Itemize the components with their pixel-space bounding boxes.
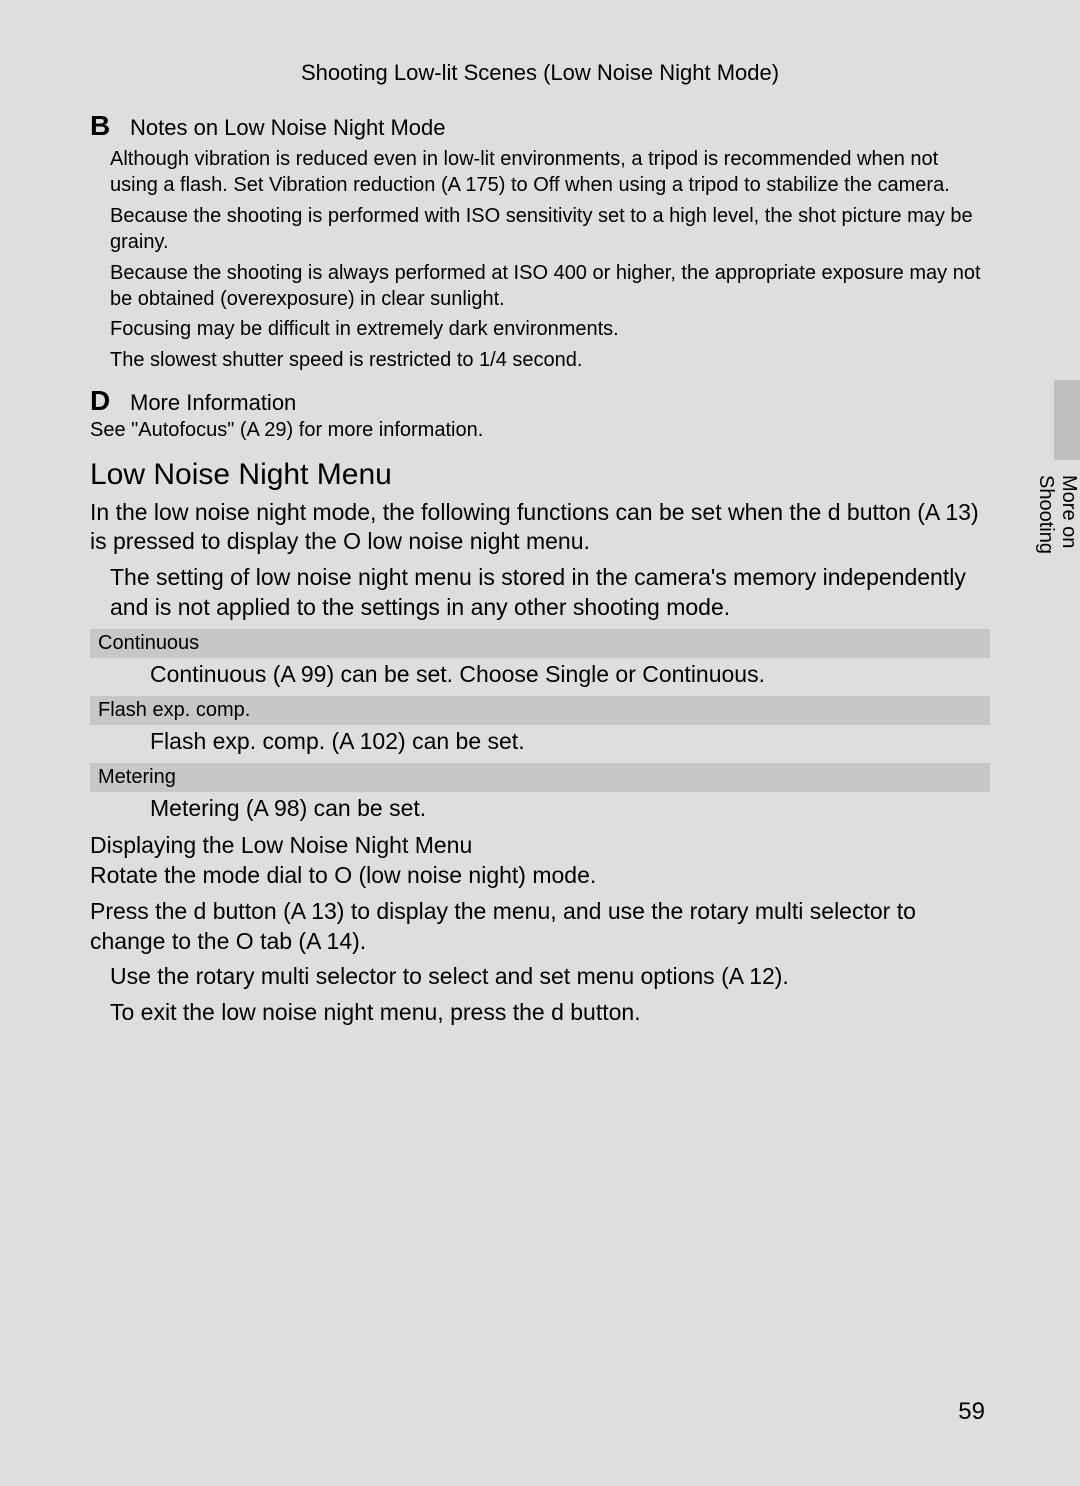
display-line: Press the d button (A 13) to display the… <box>90 897 990 957</box>
notes-heading-row: B Notes on Low Noise Night Mode <box>90 110 990 142</box>
page-header-title: Shooting Low-lit Scenes (Low Noise Night… <box>90 60 990 86</box>
display-line: Rotate the mode dial to O (low noise nig… <box>90 861 990 891</box>
moreinfo-heading: More Information <box>130 390 296 416</box>
menu-item-label: Flash exp. comp. <box>90 696 990 725</box>
display-subheading: Displaying the Low Noise Night Menu <box>90 832 990 859</box>
notes-bullet: The slowest shutter speed is restricted … <box>110 347 990 373</box>
notes-bullet: Focusing may be difficult in extremely d… <box>110 316 990 342</box>
display-bullet: To exit the low noise night menu, press … <box>110 998 990 1028</box>
side-tab-indicator <box>1054 380 1080 460</box>
menu-item-label: Continuous <box>90 629 990 658</box>
moreinfo-icon: D <box>90 385 130 417</box>
page-container: Shooting Low-lit Scenes (Low Noise Night… <box>0 0 1080 1486</box>
menu-note: The setting of low noise night menu is s… <box>110 563 990 623</box>
notes-heading: Notes on Low Noise Night Mode <box>130 115 446 141</box>
menu-item-desc: Flash exp. comp. (A 102) can be set. <box>150 727 990 757</box>
moreinfo-heading-row: D More Information <box>90 385 990 417</box>
notes-bullet: Although vibration is reduced even in lo… <box>110 146 990 199</box>
moreinfo-text: See "Autofocus" (A 29) for more informat… <box>90 417 990 443</box>
side-tab-label: More on Shooting <box>1054 475 1080 615</box>
notes-bullet: Because the shooting is always performed… <box>110 260 990 313</box>
menu-title: Low Noise Night Menu <box>90 458 990 492</box>
menu-intro: In the low noise night mode, the followi… <box>90 498 990 558</box>
menu-item-desc: Continuous (A 99) can be set. Choose Sin… <box>150 660 990 690</box>
page-number: 59 <box>958 1398 985 1426</box>
side-tab: More on Shooting <box>1054 380 1080 615</box>
notes-icon: B <box>90 110 130 142</box>
menu-item-desc: Metering (A 98) can be set. <box>150 794 990 824</box>
display-bullet: Use the rotary multi selector to select … <box>110 962 990 992</box>
menu-item-label: Metering <box>90 763 990 792</box>
notes-bullet: Because the shooting is performed with I… <box>110 203 990 256</box>
